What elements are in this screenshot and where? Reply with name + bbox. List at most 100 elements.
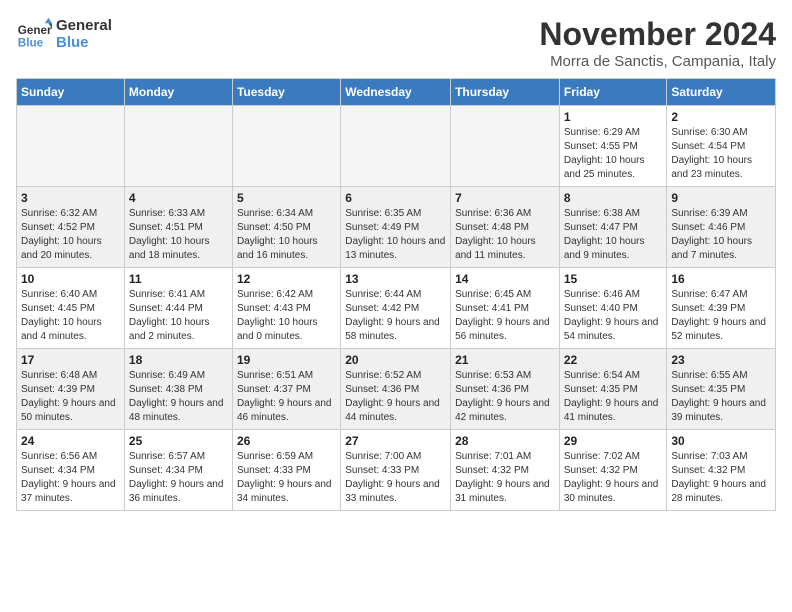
- logo: General Blue General Blue: [16, 16, 112, 52]
- calendar-cell: [232, 106, 340, 187]
- day-info: Sunrise: 7:02 AM Sunset: 4:32 PM Dayligh…: [564, 450, 663, 506]
- calendar-cell: 11 Sunrise: 6:41 AM Sunset: 4:44 PM Dayli…: [124, 268, 232, 349]
- day-number: 17: [21, 353, 120, 367]
- day-info: Sunrise: 6:55 AM Sunset: 4:35 PM Dayligh…: [671, 369, 771, 425]
- calendar-cell: 20 Sunrise: 6:52 AM Sunset: 4:36 PM Dayli…: [341, 349, 451, 430]
- month-title: November 2024: [539, 16, 776, 53]
- day-info: Sunrise: 7:01 AM Sunset: 4:32 PM Dayligh…: [455, 450, 555, 506]
- calendar-cell: 8Sunrise: 6:38 AM Sunset: 4:47 PM Daylig…: [559, 187, 667, 268]
- day-info: Sunrise: 6:53 AM Sunset: 4:36 PM Dayligh…: [455, 369, 555, 425]
- calendar-cell: 29 Sunrise: 7:02 AM Sunset: 4:32 PM Dayli…: [559, 430, 667, 511]
- day-info: Sunrise: 6:34 AM Sunset: 4:50 PM Dayligh…: [237, 207, 336, 263]
- day-number: 25: [129, 434, 228, 448]
- day-info: Sunrise: 6:47 AM Sunset: 4:39 PM Dayligh…: [671, 288, 771, 344]
- day-info: Sunrise: 6:33 AM Sunset: 4:51 PM Dayligh…: [129, 207, 228, 263]
- calendar-cell: 3Sunrise: 6:32 AM Sunset: 4:52 PM Daylig…: [17, 187, 125, 268]
- calendar-cell: 27 Sunrise: 7:00 AM Sunset: 4:33 PM Dayli…: [341, 430, 451, 511]
- day-info: Sunrise: 6:40 AM Sunset: 4:45 PM Dayligh…: [21, 288, 120, 344]
- calendar-cell: 19 Sunrise: 6:51 AM Sunset: 4:37 PM Dayli…: [232, 349, 340, 430]
- calendar-cell: 16 Sunrise: 6:47 AM Sunset: 4:39 PM Dayli…: [667, 268, 776, 349]
- calendar-week-1: 1 Sunrise: 6:29 AM Sunset: 4:55 PM Daylig…: [17, 106, 776, 187]
- day-info: Sunrise: 6:48 AM Sunset: 4:39 PM Dayligh…: [21, 369, 120, 425]
- day-number: 6: [345, 191, 446, 205]
- day-number: 1: [564, 110, 663, 124]
- day-number: 24: [21, 434, 120, 448]
- day-info: Sunrise: 6:39 AM Sunset: 4:46 PM Dayligh…: [671, 207, 771, 263]
- day-number: 22: [564, 353, 663, 367]
- day-header-monday: Monday: [124, 79, 232, 106]
- calendar-cell: 17 Sunrise: 6:48 AM Sunset: 4:39 PM Dayli…: [17, 349, 125, 430]
- calendar-cell: 22 Sunrise: 6:54 AM Sunset: 4:35 PM Dayli…: [559, 349, 667, 430]
- day-header-row: SundayMondayTuesdayWednesdayThursdayFrid…: [17, 79, 776, 106]
- calendar-cell: 13 Sunrise: 6:44 AM Sunset: 4:42 PM Dayli…: [341, 268, 451, 349]
- day-number: 20: [345, 353, 446, 367]
- day-header-tuesday: Tuesday: [232, 79, 340, 106]
- calendar-week-5: 24Sunrise: 6:56 AM Sunset: 4:34 PM Dayli…: [17, 430, 776, 511]
- day-info: Sunrise: 6:36 AM Sunset: 4:48 PM Dayligh…: [455, 207, 555, 263]
- calendar-cell: 2 Sunrise: 6:30 AM Sunset: 4:54 PM Daylig…: [667, 106, 776, 187]
- day-number: 11: [129, 272, 228, 286]
- day-info: Sunrise: 6:30 AM Sunset: 4:54 PM Dayligh…: [671, 126, 771, 182]
- calendar-cell: 23 Sunrise: 6:55 AM Sunset: 4:35 PM Dayli…: [667, 349, 776, 430]
- day-number: 8: [564, 191, 663, 205]
- day-number: 15: [564, 272, 663, 286]
- day-number: 26: [237, 434, 336, 448]
- calendar-cell: 18Sunrise: 6:49 AM Sunset: 4:38 PM Dayli…: [124, 349, 232, 430]
- day-info: Sunrise: 6:29 AM Sunset: 4:55 PM Dayligh…: [564, 126, 663, 182]
- day-info: Sunrise: 7:00 AM Sunset: 4:33 PM Dayligh…: [345, 450, 446, 506]
- day-info: Sunrise: 6:52 AM Sunset: 4:36 PM Dayligh…: [345, 369, 446, 425]
- day-number: 10: [21, 272, 120, 286]
- title-area: November 2024 Morra de Sanctis, Campania…: [539, 16, 776, 70]
- calendar-cell: 21 Sunrise: 6:53 AM Sunset: 4:36 PM Dayli…: [451, 349, 560, 430]
- calendar-cell: [341, 106, 451, 187]
- calendar-cell: 26 Sunrise: 6:59 AM Sunset: 4:33 PM Dayli…: [232, 430, 340, 511]
- calendar-cell: 10 Sunrise: 6:40 AM Sunset: 4:45 PM Dayli…: [17, 268, 125, 349]
- day-number: 9: [671, 191, 771, 205]
- day-info: Sunrise: 6:44 AM Sunset: 4:42 PM Dayligh…: [345, 288, 446, 344]
- day-info: Sunrise: 7:03 AM Sunset: 4:32 PM Dayligh…: [671, 450, 771, 506]
- day-number: 2: [671, 110, 771, 124]
- day-header-sunday: Sunday: [17, 79, 125, 106]
- day-info: Sunrise: 6:51 AM Sunset: 4:37 PM Dayligh…: [237, 369, 336, 425]
- day-number: 3: [21, 191, 120, 205]
- day-info: Sunrise: 6:46 AM Sunset: 4:40 PM Dayligh…: [564, 288, 663, 344]
- calendar-cell: 5 Sunrise: 6:34 AM Sunset: 4:50 PM Daylig…: [232, 187, 340, 268]
- day-number: 29: [564, 434, 663, 448]
- day-header-wednesday: Wednesday: [341, 79, 451, 106]
- svg-text:General: General: [18, 24, 52, 37]
- day-info: Sunrise: 6:57 AM Sunset: 4:34 PM Dayligh…: [129, 450, 228, 506]
- day-number: 21: [455, 353, 555, 367]
- day-info: Sunrise: 6:49 AM Sunset: 4:38 PM Dayligh…: [129, 369, 228, 425]
- calendar-cell: 12 Sunrise: 6:42 AM Sunset: 4:43 PM Dayli…: [232, 268, 340, 349]
- calendar-cell: 25 Sunrise: 6:57 AM Sunset: 4:34 PM Dayli…: [124, 430, 232, 511]
- day-number: 27: [345, 434, 446, 448]
- day-number: 14: [455, 272, 555, 286]
- day-number: 13: [345, 272, 446, 286]
- location: Morra de Sanctis, Campania, Italy: [539, 53, 776, 70]
- calendar-cell: 30 Sunrise: 7:03 AM Sunset: 4:32 PM Dayli…: [667, 430, 776, 511]
- day-number: 23: [671, 353, 771, 367]
- day-info: Sunrise: 6:54 AM Sunset: 4:35 PM Dayligh…: [564, 369, 663, 425]
- day-number: 30: [671, 434, 771, 448]
- day-number: 19: [237, 353, 336, 367]
- calendar-week-3: 10 Sunrise: 6:40 AM Sunset: 4:45 PM Dayli…: [17, 268, 776, 349]
- calendar-week-2: 3Sunrise: 6:32 AM Sunset: 4:52 PM Daylig…: [17, 187, 776, 268]
- day-number: 7: [455, 191, 555, 205]
- calendar-cell: 1 Sunrise: 6:29 AM Sunset: 4:55 PM Daylig…: [559, 106, 667, 187]
- day-number: 12: [237, 272, 336, 286]
- calendar-week-4: 17 Sunrise: 6:48 AM Sunset: 4:39 PM Dayli…: [17, 349, 776, 430]
- day-header-thursday: Thursday: [451, 79, 560, 106]
- day-info: Sunrise: 6:41 AM Sunset: 4:44 PM Dayligh…: [129, 288, 228, 344]
- calendar-cell: 7 Sunrise: 6:36 AM Sunset: 4:48 PM Daylig…: [451, 187, 560, 268]
- day-header-friday: Friday: [559, 79, 667, 106]
- calendar-cell: [451, 106, 560, 187]
- day-info: Sunrise: 6:59 AM Sunset: 4:33 PM Dayligh…: [237, 450, 336, 506]
- day-number: 16: [671, 272, 771, 286]
- svg-text:Blue: Blue: [18, 37, 44, 50]
- calendar-cell: 6Sunrise: 6:35 AM Sunset: 4:49 PM Daylig…: [341, 187, 451, 268]
- day-number: 5: [237, 191, 336, 205]
- day-info: Sunrise: 6:42 AM Sunset: 4:43 PM Dayligh…: [237, 288, 336, 344]
- calendar: SundayMondayTuesdayWednesdayThursdayFrid…: [16, 78, 776, 511]
- logo-icon: General Blue: [16, 16, 52, 52]
- logo-general: General: [56, 17, 112, 34]
